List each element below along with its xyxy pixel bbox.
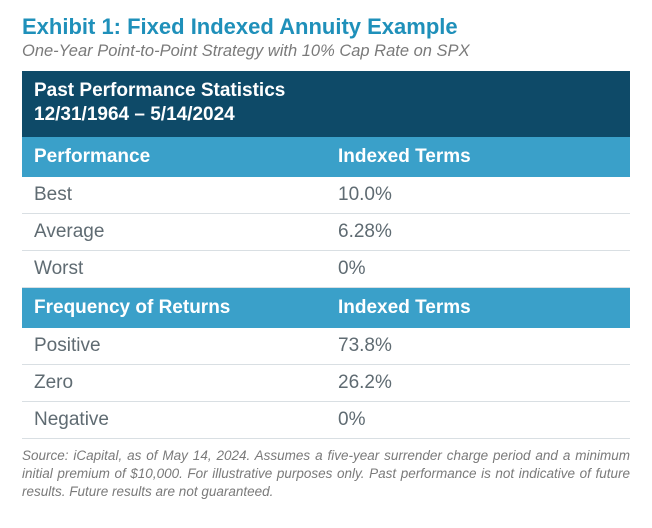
- row-value: 0%: [326, 250, 630, 287]
- section-header-frequency: Frequency of Returns Indexed Terms: [22, 287, 630, 328]
- header-indexed-terms: Indexed Terms: [326, 137, 630, 177]
- table-title-band: Past Performance Statistics 12/31/1964 –…: [22, 71, 630, 137]
- row-value: 26.2%: [326, 364, 630, 401]
- header-performance: Performance: [22, 137, 326, 177]
- header-indexed-terms: Indexed Terms: [326, 287, 630, 328]
- header-frequency: Frequency of Returns: [22, 287, 326, 328]
- row-label: Zero: [22, 364, 326, 401]
- table-row: Negative 0%: [22, 401, 630, 438]
- table-row: Zero 26.2%: [22, 364, 630, 401]
- exhibit-subtitle: One-Year Point-to-Point Strategy with 10…: [22, 42, 630, 61]
- row-label: Positive: [22, 328, 326, 365]
- table-row: Average 6.28%: [22, 213, 630, 250]
- table-row: Positive 73.8%: [22, 328, 630, 365]
- table-row: Best 10.0%: [22, 177, 630, 214]
- row-value: 73.8%: [326, 328, 630, 365]
- row-label: Worst: [22, 250, 326, 287]
- row-value: 10.0%: [326, 177, 630, 214]
- band-line-2: 12/31/1964 – 5/14/2024: [34, 103, 618, 127]
- source-footnote: Source: iCapital, as of May 14, 2024. As…: [22, 447, 630, 502]
- row-label: Negative: [22, 401, 326, 438]
- table-row: Worst 0%: [22, 250, 630, 287]
- section-header-performance: Performance Indexed Terms: [22, 137, 630, 177]
- row-label: Best: [22, 177, 326, 214]
- performance-table: Past Performance Statistics 12/31/1964 –…: [22, 71, 630, 439]
- exhibit-title: Exhibit 1: Fixed Indexed Annuity Example: [22, 14, 630, 40]
- row-label: Average: [22, 213, 326, 250]
- band-line-1: Past Performance Statistics: [34, 79, 618, 103]
- row-value: 0%: [326, 401, 630, 438]
- row-value: 6.28%: [326, 213, 630, 250]
